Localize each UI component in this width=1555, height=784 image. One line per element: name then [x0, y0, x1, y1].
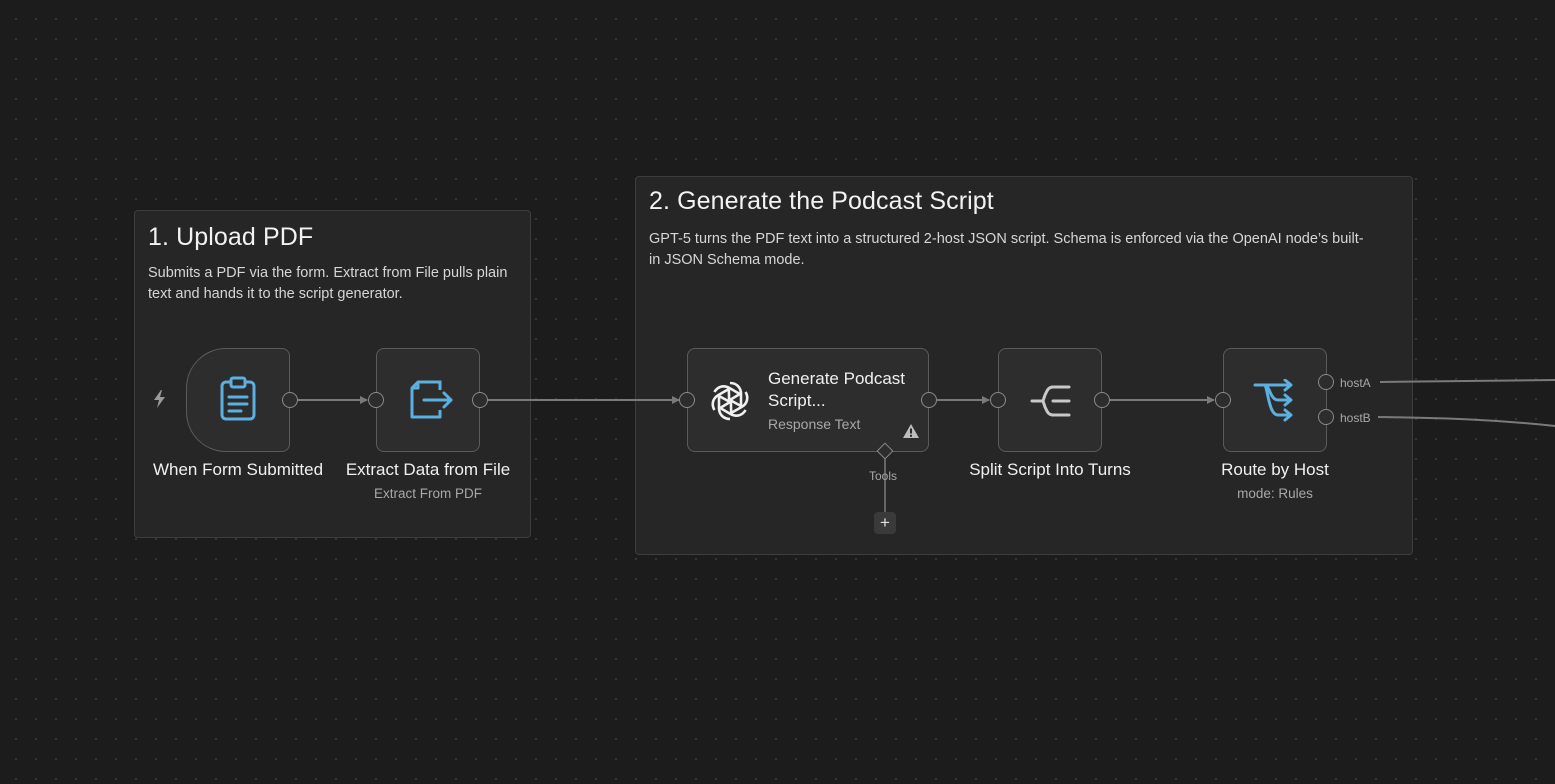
node-label: When Form Submitted: [152, 460, 324, 479]
clipboard-icon: [220, 376, 256, 421]
workflow-canvas[interactable]: 1. Upload PDF Submits a PDF via the form…: [0, 0, 1555, 784]
node-extract-data-from-file[interactable]: [376, 348, 480, 452]
openai-icon: [711, 381, 749, 421]
add-tool-button[interactable]: +: [874, 512, 896, 534]
input-port[interactable]: [679, 392, 695, 408]
node-route-by-host[interactable]: [1223, 348, 1327, 452]
node-subtitle: mode: Rules: [1237, 486, 1313, 501]
output-port[interactable]: [282, 392, 298, 408]
node-when-form-submitted[interactable]: [186, 348, 290, 452]
output-port[interactable]: [1094, 392, 1110, 408]
node-subtitle: Response Text: [768, 416, 861, 432]
sticky-title: 1. Upload PDF: [148, 223, 314, 251]
switch-icon: [1253, 379, 1293, 422]
output-label-hosta: hostA: [1340, 376, 1371, 390]
sticky-description: Submits a PDF via the form. Extract from…: [148, 265, 508, 302]
output-port[interactable]: [472, 392, 488, 408]
node-label: Split Script Into Turns: [969, 460, 1131, 479]
node-subtitle: Extract From PDF: [373, 486, 483, 501]
output-port-hostb[interactable]: [1318, 409, 1334, 425]
tools-label: Tools: [869, 469, 898, 483]
input-port[interactable]: [990, 392, 1006, 408]
output-port[interactable]: [921, 392, 937, 408]
node-generate-podcast-script[interactable]: Generate Podcast Script... Response Text: [687, 348, 929, 452]
warning-icon[interactable]: [902, 423, 920, 439]
node-label: Extract Data from File: [345, 460, 511, 479]
sticky-description: GPT-5 turns the PDF text into a structur…: [649, 231, 1364, 268]
output-port-hosta[interactable]: [1318, 374, 1334, 390]
output-label-hostb: hostB: [1340, 411, 1371, 425]
split-out-icon: [1030, 385, 1071, 417]
input-port[interactable]: [1215, 392, 1231, 408]
sticky-title: 2. Generate the Podcast Script: [649, 187, 994, 215]
node-split-script-into-turns[interactable]: [998, 348, 1102, 452]
file-export-icon: [410, 380, 453, 419]
lightning-icon: [154, 390, 165, 408]
input-port[interactable]: [368, 392, 384, 408]
node-label: Route by Host: [1221, 460, 1329, 479]
node-title: Generate Podcast Script...: [768, 369, 906, 410]
